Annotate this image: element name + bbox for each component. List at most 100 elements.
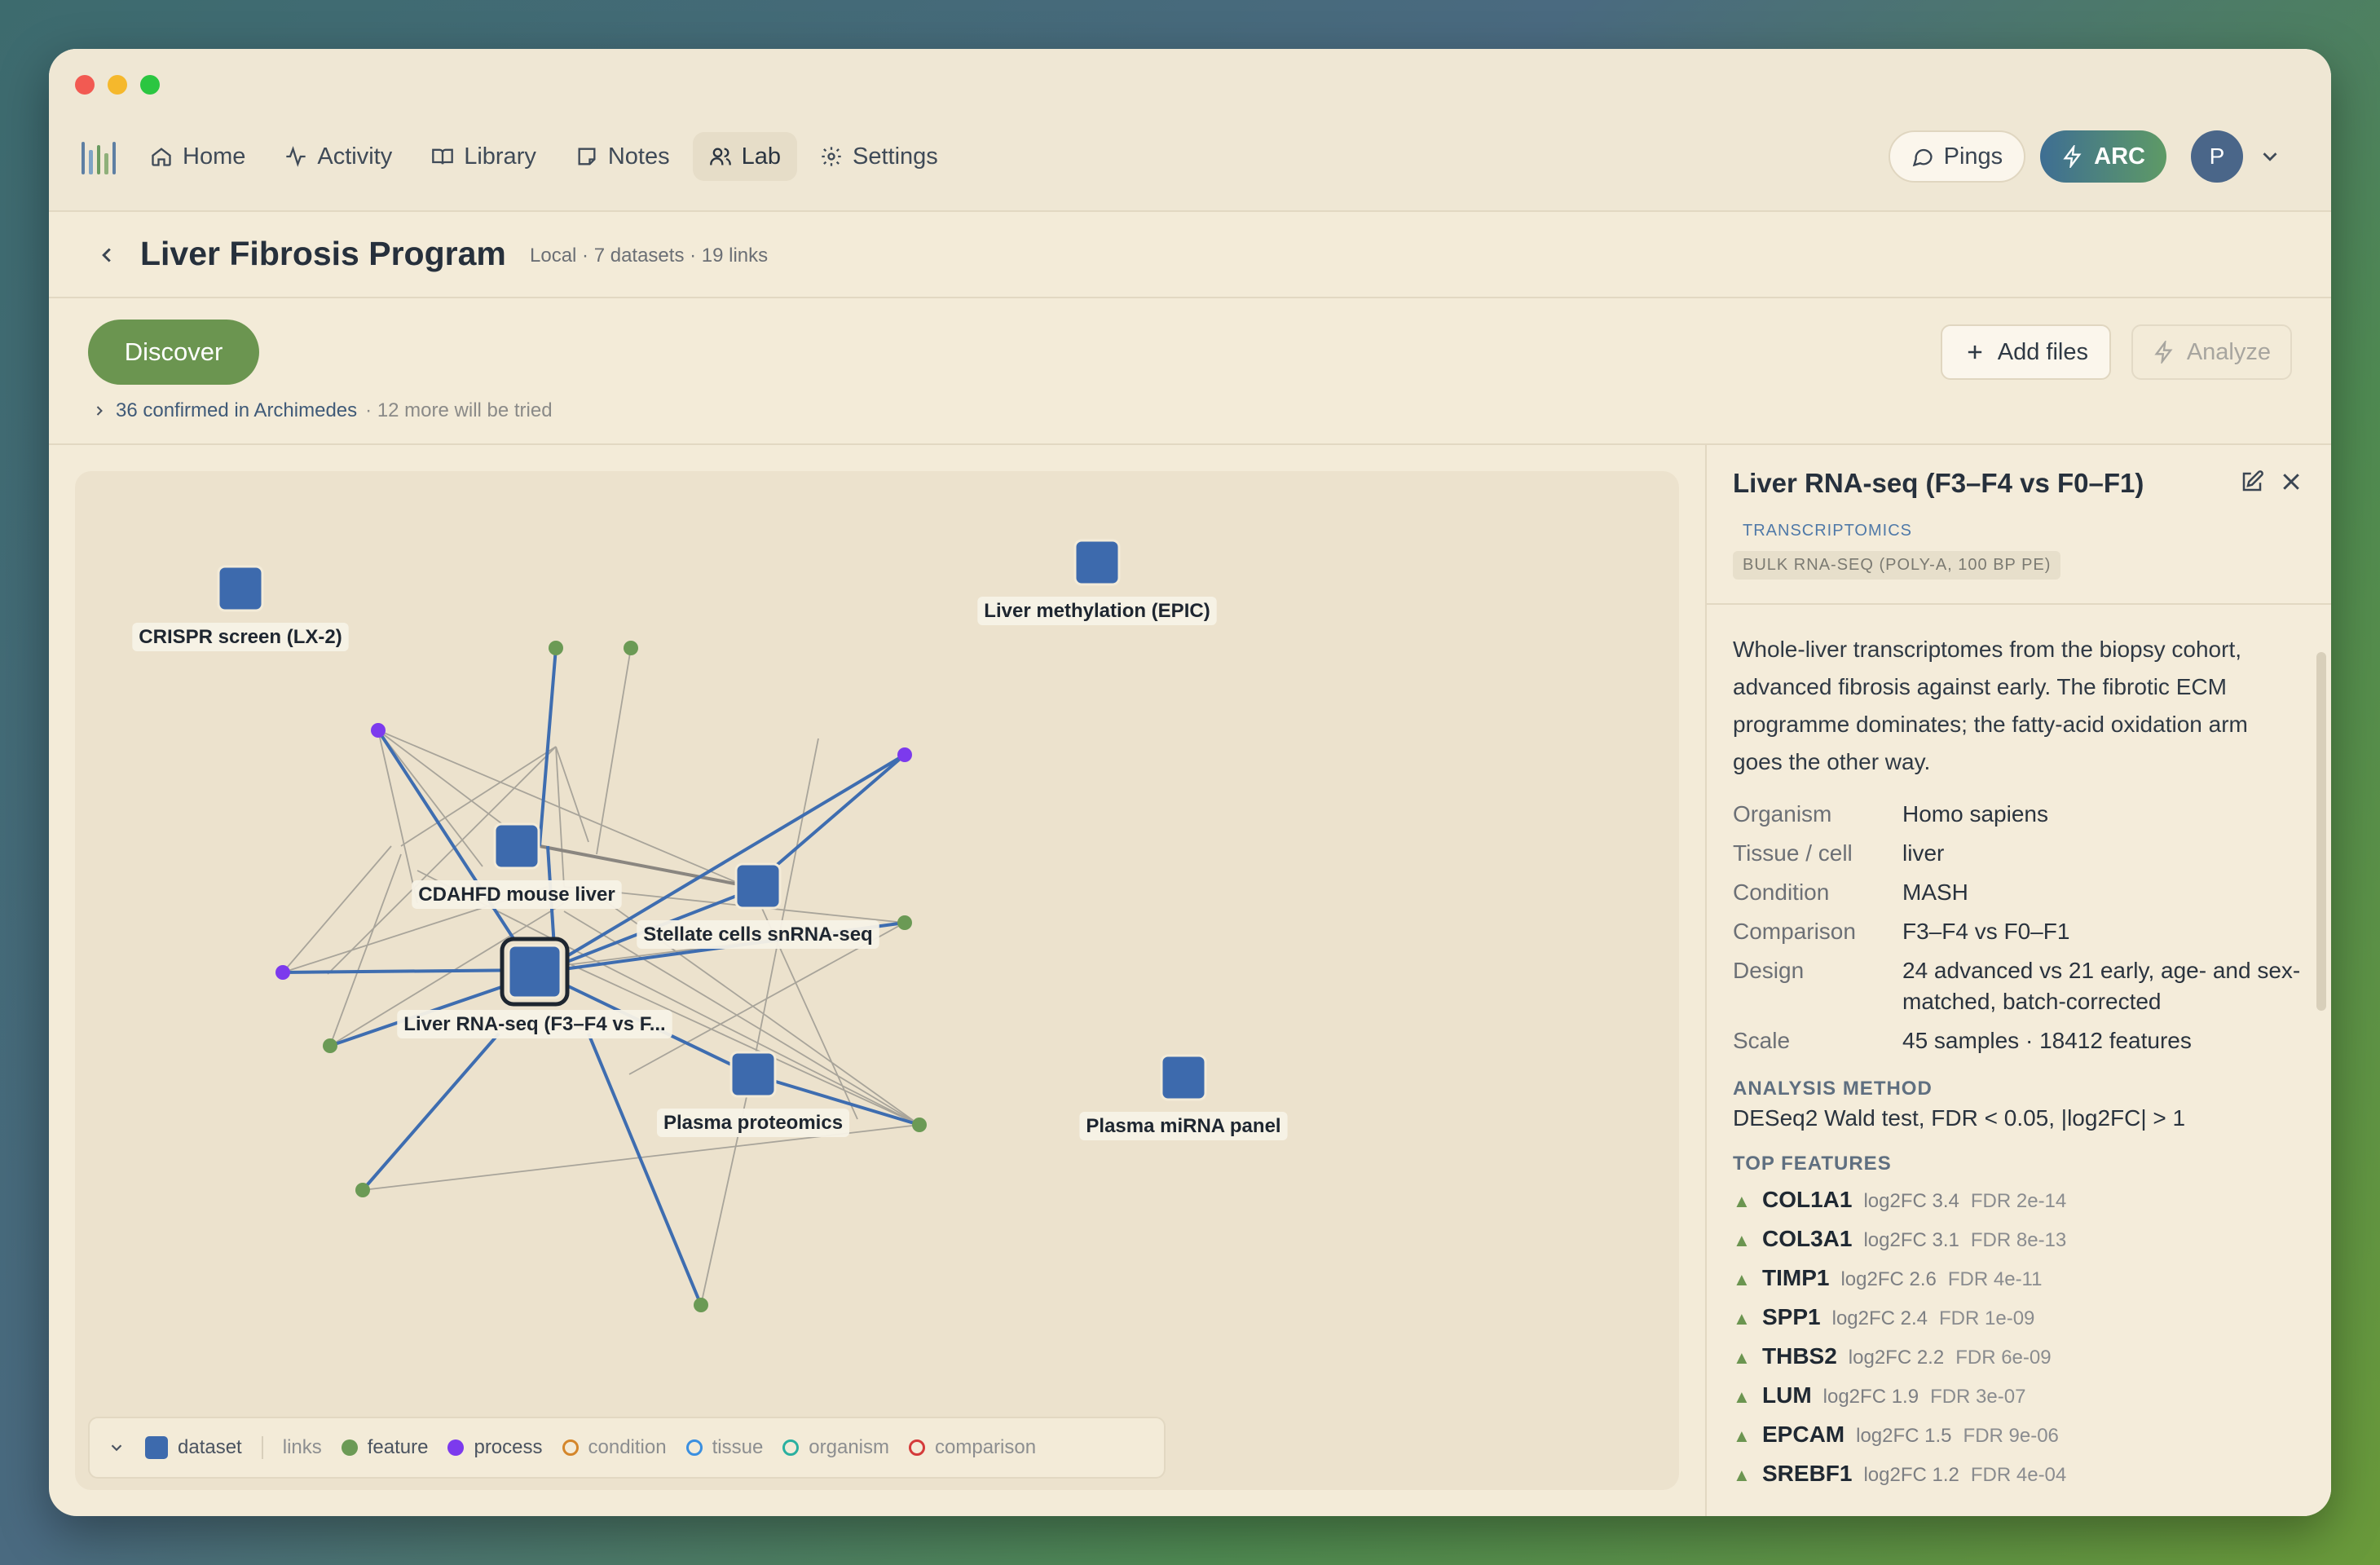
nav-home[interactable]: Home xyxy=(134,132,262,181)
add-files-button[interactable]: Add files xyxy=(1940,324,2111,380)
dataset-square[interactable] xyxy=(507,944,562,999)
page-title: Liver Fibrosis Program xyxy=(140,235,506,272)
nav-settings[interactable]: Settings xyxy=(804,132,954,181)
dataset-square[interactable] xyxy=(1073,539,1121,586)
feature-item[interactable]: ▲ COL1A1 log2FC 3.4 FDR 2e-14 xyxy=(1733,1187,2303,1226)
feature-fc: log2FC 3.1 xyxy=(1863,1229,1959,1251)
process-node[interactable] xyxy=(275,965,290,980)
analyze-label: Analyze xyxy=(2186,338,2271,365)
dataset-node-label: Stellate cells snRNA-seq xyxy=(643,924,872,946)
feature-swatch xyxy=(341,1439,358,1456)
legend-condition[interactable]: condition xyxy=(562,1436,667,1459)
legend-comparison[interactable]: comparison xyxy=(909,1436,1036,1459)
arc-button[interactable]: ARC xyxy=(2040,130,2166,183)
process-node[interactable] xyxy=(897,747,912,762)
feature-item[interactable]: ▲ SPP1 log2FC 2.4 FDR 1e-09 xyxy=(1733,1304,2303,1343)
edit-icon[interactable] xyxy=(2240,470,2264,494)
network-graph[interactable]: CRISPR screen (LX-2) Liver methylation (E… xyxy=(75,471,1679,1490)
minimize-window-button[interactable] xyxy=(108,75,127,95)
dataset-node[interactable]: CDAHFD mouse liver xyxy=(412,822,622,909)
discover-button[interactable]: Discover xyxy=(88,320,259,385)
chevron-down-icon[interactable] xyxy=(108,1439,126,1457)
close-icon[interactable] xyxy=(2279,470,2303,494)
nav-notes[interactable]: Notes xyxy=(559,132,686,181)
pings-button[interactable]: Pings xyxy=(1888,130,2026,183)
app-logo-icon[interactable] xyxy=(82,139,117,174)
up-triangle-icon: ▲ xyxy=(1733,1269,1751,1289)
feature-node[interactable] xyxy=(694,1298,708,1312)
confirmed-summary[interactable]: 36 confirmed in Archimedes · 12 more wil… xyxy=(91,399,553,422)
feature-fc: log2FC 1.5 xyxy=(1856,1425,1952,1447)
analysis-method: DESeq2 Wald test, FDR < 0.05, |log2FC| >… xyxy=(1733,1105,2186,1131)
legend-dataset-label: dataset xyxy=(178,1436,242,1458)
dataset-square[interactable] xyxy=(217,565,264,612)
dataset-method-tag: BULK RNA-SEQ (POLY-A, 100 BP PE) xyxy=(1733,551,2061,580)
legend-organism[interactable]: organism xyxy=(782,1436,889,1459)
dataset-type-tag[interactable]: TRANSCRIPTOMICS xyxy=(1743,522,1912,540)
detail-title: Liver RNA-seq (F3–F4 vs F0–F1) xyxy=(1733,468,2144,498)
dataset-square[interactable] xyxy=(734,862,782,910)
nav-library[interactable]: Library xyxy=(415,132,553,181)
property-key: Comparison xyxy=(1733,919,1856,944)
zoom-window-button[interactable] xyxy=(140,75,160,95)
feature-item[interactable]: ▲ TIMP1 log2FC 2.6 FDR 4e-11 xyxy=(1733,1265,2303,1304)
dataset-node[interactable]: Stellate cells snRNA-seq xyxy=(637,862,879,949)
legend-process[interactable]: process xyxy=(447,1436,543,1459)
dataset-square[interactable] xyxy=(1160,1054,1207,1101)
tissue-swatch xyxy=(685,1439,703,1456)
feature-item[interactable]: ▲ COL3A1 log2FC 3.1 FDR 8e-13 xyxy=(1733,1226,2303,1265)
dataset-square[interactable] xyxy=(493,822,540,870)
legend-feature[interactable]: feature xyxy=(341,1436,428,1459)
feature-name: TIMP1 xyxy=(1762,1265,1830,1290)
nav-home-label: Home xyxy=(183,143,246,170)
legend-links[interactable]: links xyxy=(283,1436,322,1459)
legend-dataset[interactable]: dataset xyxy=(145,1436,242,1459)
feature-node[interactable] xyxy=(624,641,638,655)
back-arrow-icon[interactable] xyxy=(95,243,119,267)
feature-fdr: FDR 8e-13 xyxy=(1970,1229,2067,1251)
avatar[interactable]: P xyxy=(2191,130,2243,183)
dataset-node[interactable]: Liver methylation (EPIC) xyxy=(977,539,1217,625)
dataset-square[interactable] xyxy=(729,1051,777,1098)
property-list: Organism Homo sapiens Tissue / cell live… xyxy=(1733,799,2303,1056)
more-to-try: · 12 more will be tried xyxy=(365,399,553,421)
network-canvas[interactable]: CRISPR screen (LX-2) Liver methylation (E… xyxy=(75,471,1679,1490)
property-value: F3–F4 vs F0–F1 xyxy=(1902,919,2070,944)
graph-legend: dataset links feature process condition … xyxy=(88,1417,1166,1479)
legend-divider xyxy=(261,1436,263,1459)
dataset-node[interactable]: Liver RNA-seq (F3–F4 vs F... xyxy=(397,937,672,1038)
feature-node[interactable] xyxy=(549,641,563,655)
process-swatch xyxy=(447,1439,465,1456)
analyze-button[interactable]: Analyze xyxy=(2131,324,2292,380)
feature-fc: log2FC 1.2 xyxy=(1863,1464,1959,1486)
feature-node[interactable] xyxy=(912,1118,927,1132)
property-value: MASH xyxy=(1902,879,1968,905)
title-bar: Liver Fibrosis Program Local · 7 dataset… xyxy=(49,212,2331,298)
window-controls xyxy=(75,75,160,95)
feature-item[interactable]: ▲ THBS2 log2FC 2.2 FDR 6e-09 xyxy=(1733,1343,2303,1382)
activity-icon xyxy=(286,146,306,167)
feature-item[interactable]: ▲ SREBF1 log2FC 1.2 FDR 4e-04 xyxy=(1733,1461,2303,1500)
users-icon xyxy=(709,148,731,165)
feature-item[interactable]: ▲ EPCAM log2FC 1.5 FDR 9e-06 xyxy=(1733,1422,2303,1461)
strong-links xyxy=(282,647,920,1306)
chevron-down-icon[interactable] xyxy=(2258,144,2282,169)
up-triangle-icon: ▲ xyxy=(1733,1308,1751,1329)
feature-node[interactable] xyxy=(323,1038,337,1053)
nav-activity[interactable]: Activity xyxy=(268,132,408,181)
legend-tissue[interactable]: tissue xyxy=(685,1436,763,1459)
property-key: Tissue / cell xyxy=(1733,840,1853,866)
feature-node[interactable] xyxy=(897,915,912,930)
lightning-icon xyxy=(2063,145,2082,168)
dataset-node[interactable]: CRISPR screen (LX-2) xyxy=(132,565,349,651)
nav-lab[interactable]: Lab xyxy=(692,132,798,181)
panel-scrollbar[interactable] xyxy=(2316,652,2326,1011)
dataset-node[interactable]: Plasma miRNA panel xyxy=(1079,1054,1288,1140)
close-window-button[interactable] xyxy=(75,75,95,95)
app-window: Home Activity Library Notes Lab Settings xyxy=(49,49,2331,1516)
nav-lab-label: Lab xyxy=(741,143,782,170)
action-bar: Discover 36 confirmed in Archimedes · 12… xyxy=(49,298,2331,445)
process-node[interactable] xyxy=(371,723,386,738)
feature-node[interactable] xyxy=(355,1183,370,1197)
feature-item[interactable]: ▲ LUM log2FC 1.9 FDR 3e-07 xyxy=(1733,1382,2303,1422)
